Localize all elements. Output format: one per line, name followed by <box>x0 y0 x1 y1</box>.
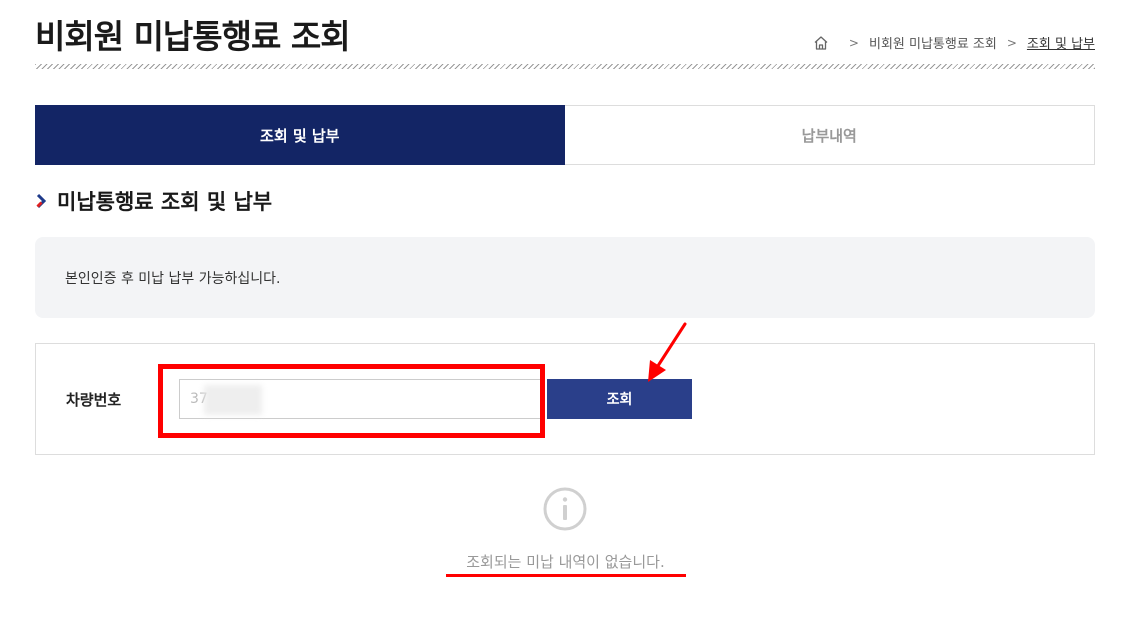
tab-bar: 조회 및 납부 납부내역 <box>35 105 1095 165</box>
vehicle-search-form: 차량번호 조회 <box>35 343 1095 455</box>
chevron-right-icon <box>36 193 47 209</box>
page-title: 비회원 미납통행료 조회 <box>35 17 351 56</box>
section-title: 미납통행료 조회 및 납부 <box>35 186 272 216</box>
notice-box: 본인인증 후 미납 납부 가능하십니다. <box>35 237 1095 318</box>
annotation-underline <box>446 574 686 577</box>
breadcrumb-item-current[interactable]: 조회 및 납부 <box>1027 33 1095 52</box>
tab-inquiry-payment[interactable]: 조회 및 납부 <box>35 105 565 165</box>
breadcrumb: > 비회원 미납통행료 조회 > 조회 및 납부 <box>813 33 1095 52</box>
chevron-right-icon: > <box>1006 35 1017 50</box>
search-button[interactable]: 조회 <box>547 379 692 419</box>
info-icon <box>543 487 587 531</box>
home-icon[interactable] <box>813 35 829 51</box>
vehicle-number-label: 차량번호 <box>66 391 122 409</box>
title-divider <box>35 64 1095 69</box>
tab-payment-history[interactable]: 납부내역 <box>564 105 1095 165</box>
empty-result-message: 조회되는 미납 내역이 없습니다. <box>466 553 665 571</box>
breadcrumb-item-nonmember[interactable]: 비회원 미납통행료 조회 <box>869 33 997 52</box>
notice-text: 본인인증 후 미납 납부 가능하십니다. <box>65 270 281 287</box>
chevron-right-icon: > <box>848 35 859 50</box>
section-title-text: 미납통행료 조회 및 납부 <box>57 190 273 214</box>
vehicle-number-input[interactable] <box>179 379 541 419</box>
